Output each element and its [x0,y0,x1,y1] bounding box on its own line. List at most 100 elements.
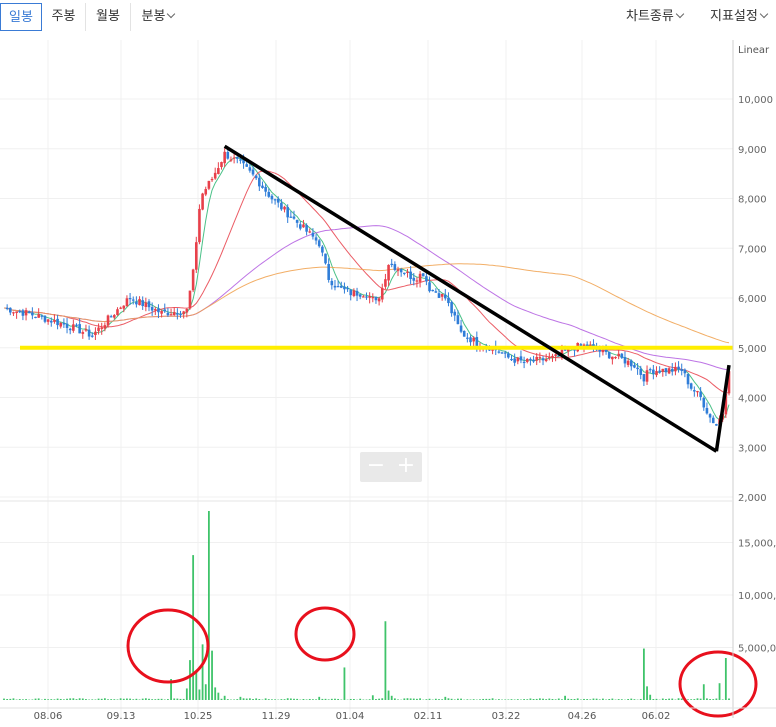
zoom-in-button[interactable]: + [391,452,421,482]
volume-bar [450,698,453,700]
candle-body [59,322,63,327]
volume-bar [85,699,87,700]
volume-bar [526,699,529,700]
volume-bar [532,699,535,700]
volume-bar [419,698,421,700]
candle-body [321,246,324,253]
candle-body [56,318,59,326]
volume-bar [293,698,295,700]
volume-bar [242,698,245,700]
volume-bar [100,698,103,700]
candle-body [226,152,230,159]
candle-body [68,328,72,331]
volume-bar [554,699,557,700]
volume-bar [103,698,106,700]
volume-bar [661,698,664,700]
volume-bar [671,698,674,700]
volume-bar [390,695,393,700]
volume-bar [62,699,65,700]
candle-body [611,356,614,360]
volume-bar [680,698,683,700]
candle-body [229,159,233,161]
candle-body [516,357,520,362]
candle-body [639,368,643,375]
zoom-out-button[interactable]: − [361,452,391,482]
volume-bar [330,698,333,700]
candle-body [160,310,163,314]
volume-bar [151,699,154,700]
candle-body [128,298,132,300]
volume-bar [589,699,592,700]
candle-body [84,329,88,331]
volume-bar [129,698,131,700]
candle-body [365,296,368,298]
candle-body [440,293,444,297]
axes: Linear 10,000 9,000 8,000 7,000 6,000 5,000 4,0… [0,40,776,722]
candle-body [204,189,208,195]
candle-body [355,290,359,296]
volume-bar [447,698,450,700]
candle-body [53,320,56,322]
candle-body [185,308,189,313]
volume-bar [567,698,570,700]
volume-bar [69,698,72,700]
volume-bar [126,698,128,700]
volume-bar [37,698,40,700]
candle-body [352,290,356,297]
volume-bar [59,698,62,700]
ma20-line [3,170,729,394]
candle-body [431,289,434,292]
candle-body [157,308,160,313]
volume-bar [693,699,696,700]
candle-body [532,359,535,362]
volume-bar [592,698,595,700]
volume-bar [712,699,715,700]
candle-body [686,374,690,385]
candle-body [150,306,154,311]
date-tick-label: 04.26 [568,711,597,722]
candle-body [645,370,649,382]
stock-chart[interactable]: Linear 10,000 9,000 8,000 7,000 6,000 5,000 4,0… [0,0,776,727]
candle-body [349,289,353,296]
candle-body [693,390,696,392]
candle-body [49,320,53,323]
candle-body [40,315,44,317]
volume-bar [296,698,299,700]
volume-bar [504,699,507,700]
candle-body [377,298,381,302]
candle-body [106,315,110,326]
volume-highlight-circle [126,608,210,684]
volume-highlight-circle [678,650,758,718]
volume-bar [485,698,488,700]
candle-body [210,178,214,181]
volume-bar [72,698,75,700]
candle-body [620,353,624,358]
volume-bar [706,698,708,700]
volume-bar [649,694,652,700]
volume-bar [378,698,381,700]
volume-bar [690,699,693,700]
volume-bar [438,699,440,700]
candle-body [617,353,620,357]
volume-bar [135,698,138,700]
candle-body [235,156,239,159]
volume-bar [337,698,340,700]
candle-body [78,324,81,334]
candle-body [194,242,198,270]
candle-body [311,232,315,237]
candle-body [169,314,173,316]
volume-bar [510,699,513,700]
price-tick-label: 8,000 [738,195,767,206]
candle-body [299,224,302,229]
volume-bar [217,692,220,700]
candle-body [191,269,195,291]
candle-body [579,344,583,346]
candle-body [27,311,31,314]
volume-bar [81,698,84,700]
candle-body [689,383,693,389]
candle-body [251,169,255,175]
volume-bar [352,699,355,700]
candle-body [213,172,217,179]
candle-body [453,311,457,316]
candle-body [327,264,330,280]
